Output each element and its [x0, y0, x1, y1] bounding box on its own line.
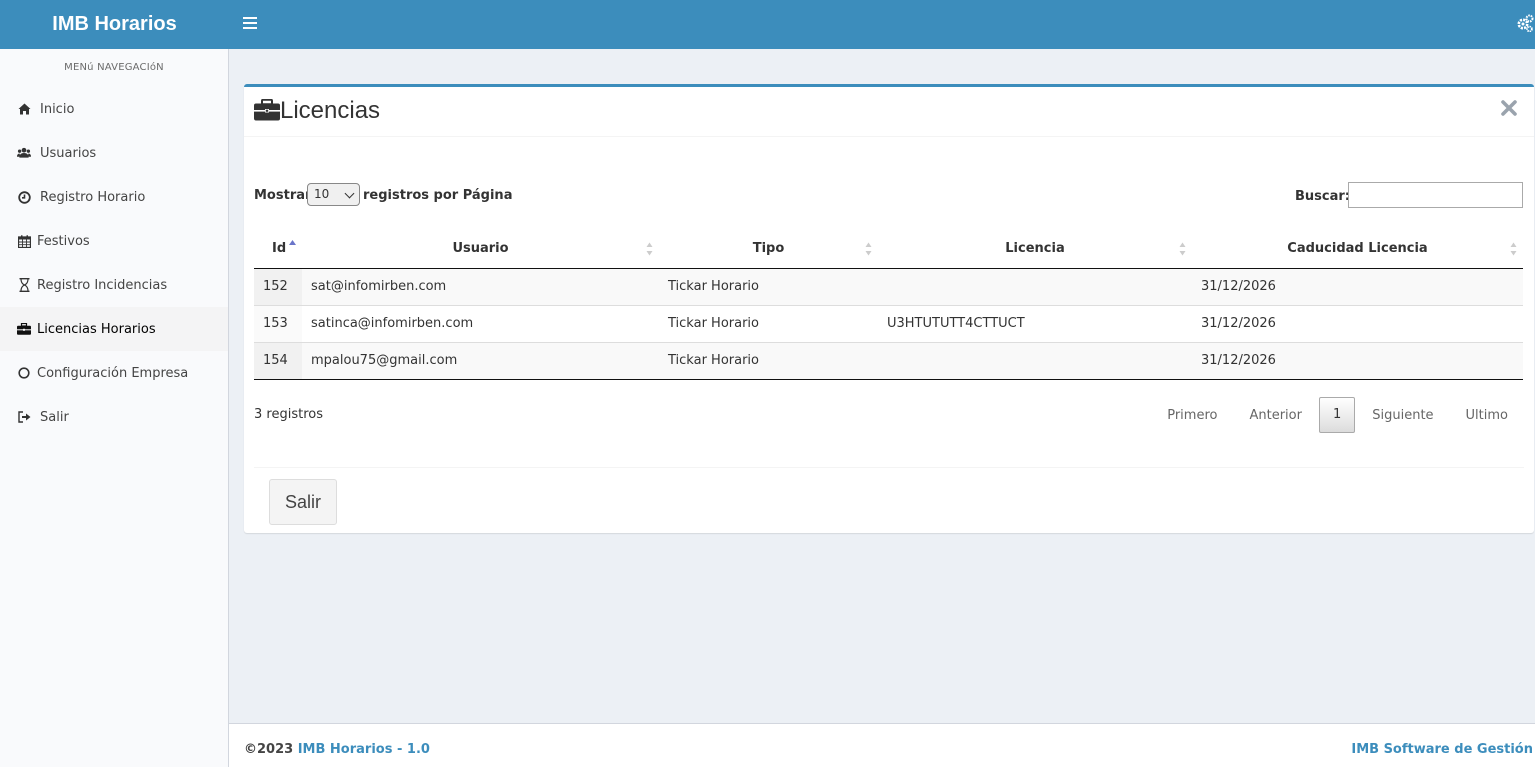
cell-usuario: satinca@infomirben.com: [302, 304, 659, 342]
sort-both-icon: [865, 242, 872, 256]
app-brand[interactable]: IMB Horarios: [0, 0, 229, 49]
sign-out-icon: [17, 410, 31, 424]
sort-both-icon: [1179, 242, 1186, 256]
sidebar-item-label: Registro Horario: [40, 189, 146, 205]
page-length-select[interactable]: 10: [307, 183, 360, 206]
sidebar-item-label: Festivos: [37, 233, 90, 249]
column-header-caducidad[interactable]: Caducidad Licencia: [1192, 230, 1523, 269]
cell-caducidad: 31/12/2026: [1192, 341, 1523, 380]
footer-company: IMB Software de Gestión: [1351, 742, 1533, 757]
sort-asc-icon: [289, 240, 296, 245]
sidebar-item-registro-incidencias[interactable]: Registro Incidencias: [0, 263, 228, 307]
users-icon: [17, 146, 31, 160]
column-header-usuario[interactable]: Usuario: [302, 230, 659, 269]
search-input[interactable]: [1348, 182, 1523, 208]
box-header: Licencias: [244, 87, 1534, 137]
pagination-first[interactable]: Primero: [1151, 408, 1233, 423]
divider: [254, 467, 1524, 468]
page-length-suffix: registros por Página: [363, 188, 513, 203]
sidebar-item-festivos[interactable]: Festivos: [0, 219, 228, 263]
sidebar-item-salir[interactable]: Salir: [0, 395, 228, 439]
pagination: Primero Anterior 1 Siguiente Ultimo: [1151, 397, 1524, 433]
cell-id: 154: [254, 341, 302, 380]
sidebar-item-registro-horario[interactable]: Registro Horario: [0, 175, 228, 219]
page-length-label: Mostrar: [254, 188, 312, 203]
sidebar-item-label: Licencias Horarios: [37, 321, 156, 337]
briefcase-icon: [254, 98, 280, 121]
settings-gears-icon[interactable]: [1517, 14, 1534, 37]
footer-app-link[interactable]: IMB Horarios - 1.0: [298, 742, 430, 757]
cell-licencia: [878, 341, 1192, 380]
cell-tipo: Tickar Horario: [659, 268, 878, 305]
sidebar-section-title: MENú NAVEGACIóN: [64, 62, 164, 73]
cell-tipo: Tickar Horario: [659, 341, 878, 380]
licenses-table: Id Usuario Tipo Licencia Caducidad Licen…: [254, 230, 1523, 380]
cell-id: 153: [254, 304, 302, 342]
table-row[interactable]: 154 mpalou75@gmail.com Tickar Horario 31…: [254, 341, 1523, 380]
table-header-row: Id Usuario Tipo Licencia Caducidad Licen…: [254, 230, 1523, 269]
exit-button[interactable]: Salir: [269, 479, 337, 525]
clock-icon: [17, 190, 31, 204]
pagination-page-current[interactable]: 1: [1318, 397, 1356, 433]
pagination-previous[interactable]: Anterior: [1233, 408, 1317, 423]
page-title: Licencias: [280, 97, 381, 124]
sort-both-icon: [646, 242, 653, 256]
cell-licencia: [878, 268, 1192, 305]
home-icon: [17, 102, 31, 116]
sidebar-item-configuracion-empresa[interactable]: Configuración Empresa: [0, 351, 228, 395]
sidebar-item-licencias-horarios[interactable]: Licencias Horarios: [0, 307, 228, 351]
table-controls: Mostrar 10 registros por Página Buscar:: [254, 182, 1524, 210]
cell-id: 152: [254, 268, 302, 305]
column-header-licencia[interactable]: Licencia: [878, 230, 1192, 269]
footer-copyright: ©2023 IMB Horarios - 1.0: [244, 742, 430, 757]
page-footer: ©2023 IMB Horarios - 1.0 IMB Software de…: [229, 723, 1535, 767]
search-label: Buscar:: [1295, 189, 1350, 204]
column-header-id[interactable]: Id: [254, 230, 302, 269]
cell-licencia: U3HTUTUTT4CTTUCT: [878, 304, 1192, 342]
table-row[interactable]: 152 sat@infomirben.com Tickar Horario 31…: [254, 268, 1523, 305]
sidebar-toggle-icon[interactable]: [243, 17, 257, 31]
sort-both-icon: [1510, 242, 1517, 256]
chevron-down-icon: [344, 188, 355, 199]
sidebar-item-label: Registro Incidencias: [37, 277, 168, 293]
cell-caducidad: 31/12/2026: [1192, 268, 1523, 305]
briefcase-icon: [17, 322, 31, 336]
cell-tipo: Tickar Horario: [659, 304, 878, 342]
pagination-last[interactable]: Ultimo: [1450, 408, 1524, 423]
page-length-value: 10: [314, 187, 330, 201]
table-info: 3 registros: [254, 407, 323, 422]
hourglass-icon: [17, 278, 31, 292]
column-header-tipo[interactable]: Tipo: [659, 230, 878, 269]
licencias-box: Licencias Mostrar 10 registros por Págin…: [244, 84, 1534, 533]
sidebar: MENú NAVEGACIóN Inicio Usuarios Registro…: [0, 49, 229, 767]
sidebar-item-label: Inicio: [40, 101, 75, 117]
top-navbar: IMB Horarios: [0, 0, 1535, 49]
pagination-next[interactable]: Siguiente: [1356, 408, 1449, 423]
copyright-text: ©2023: [244, 742, 294, 757]
sidebar-item-label: Salir: [40, 409, 69, 425]
sidebar-item-label: Configuración Empresa: [37, 365, 189, 381]
sidebar-item-inicio[interactable]: Inicio: [0, 87, 228, 131]
cell-usuario: mpalou75@gmail.com: [302, 341, 659, 380]
table-row[interactable]: 153 satinca@infomirben.com Tickar Horari…: [254, 304, 1523, 342]
cell-usuario: sat@infomirben.com: [302, 268, 659, 305]
circle-icon: [17, 366, 31, 380]
close-icon[interactable]: [1498, 99, 1520, 121]
sidebar-item-label: Usuarios: [40, 145, 97, 161]
sidebar-item-usuarios[interactable]: Usuarios: [0, 131, 228, 175]
cell-caducidad: 31/12/2026: [1192, 304, 1523, 342]
calendar-icon: [17, 234, 31, 248]
